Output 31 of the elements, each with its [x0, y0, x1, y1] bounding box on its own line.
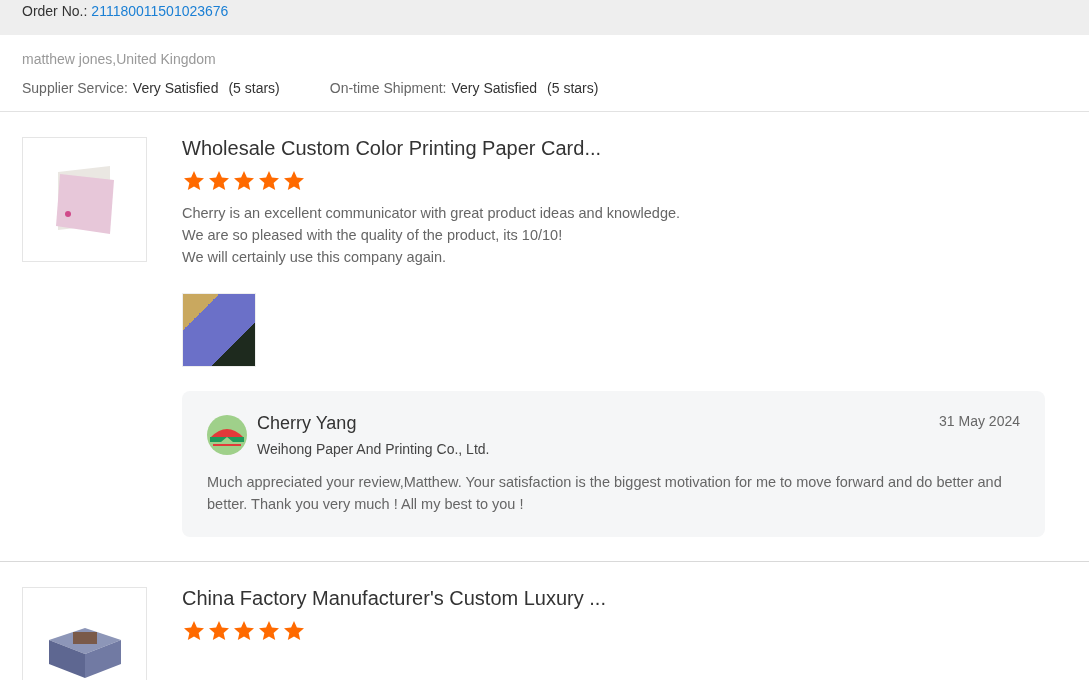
product-title[interactable]: Wholesale Custom Color Printing Paper Card... [182, 137, 1045, 159]
rating-label: On-time Shipment: [329, 80, 447, 96]
star-icon [207, 619, 231, 643]
star-icon [257, 619, 281, 643]
review-text: We will certainly use this company again. [182, 248, 448, 267]
review-text: We are so pleased with the quality of the product, its 10/10! [182, 226, 564, 245]
reply-text: Much appreciated your review,Matthew. Your satisfaction is the biggest motivation for me to move forward and do better and better. Thank you very much ! All my best to you ! [207, 473, 1003, 514]
company-name: Weihong Paper And Printing Co., Ltd. [257, 441, 491, 457]
star-icon [207, 169, 231, 193]
star-icon [282, 169, 306, 193]
rating-stars-text: (5 stars) [547, 80, 599, 96]
avatar-icon [207, 415, 247, 455]
product-title[interactable]: China Factory Manufacturer's Custom Luxury ... [182, 587, 1045, 609]
star-icon [232, 169, 256, 193]
rating-label: Supplier Service: [22, 80, 128, 96]
star-icon [182, 619, 206, 643]
review-text: Cherry is an excellent communicator with great product ideas and knowledge. [182, 204, 682, 223]
rating-value: Very Satisfied [132, 80, 219, 96]
order-label: Order No.: [22, 3, 88, 19]
reply-date: 31 May 2024 [939, 413, 1020, 431]
star-icon [182, 169, 206, 193]
buyer-name: matthew jones,United Kingdom [22, 51, 217, 68]
order-number-link[interactable]: 211180011501023676 [91, 3, 229, 19]
rating-stars-text: (5 stars) [228, 80, 280, 96]
star-icon [282, 619, 306, 643]
replier-name: Cherry Yang [257, 413, 358, 433]
product-photo[interactable] [22, 587, 147, 680]
rating-value: Very Satisfied [451, 80, 538, 96]
star-icon [232, 619, 256, 643]
star-icon [257, 169, 281, 193]
photo-placeholder[interactable] [182, 293, 256, 367]
